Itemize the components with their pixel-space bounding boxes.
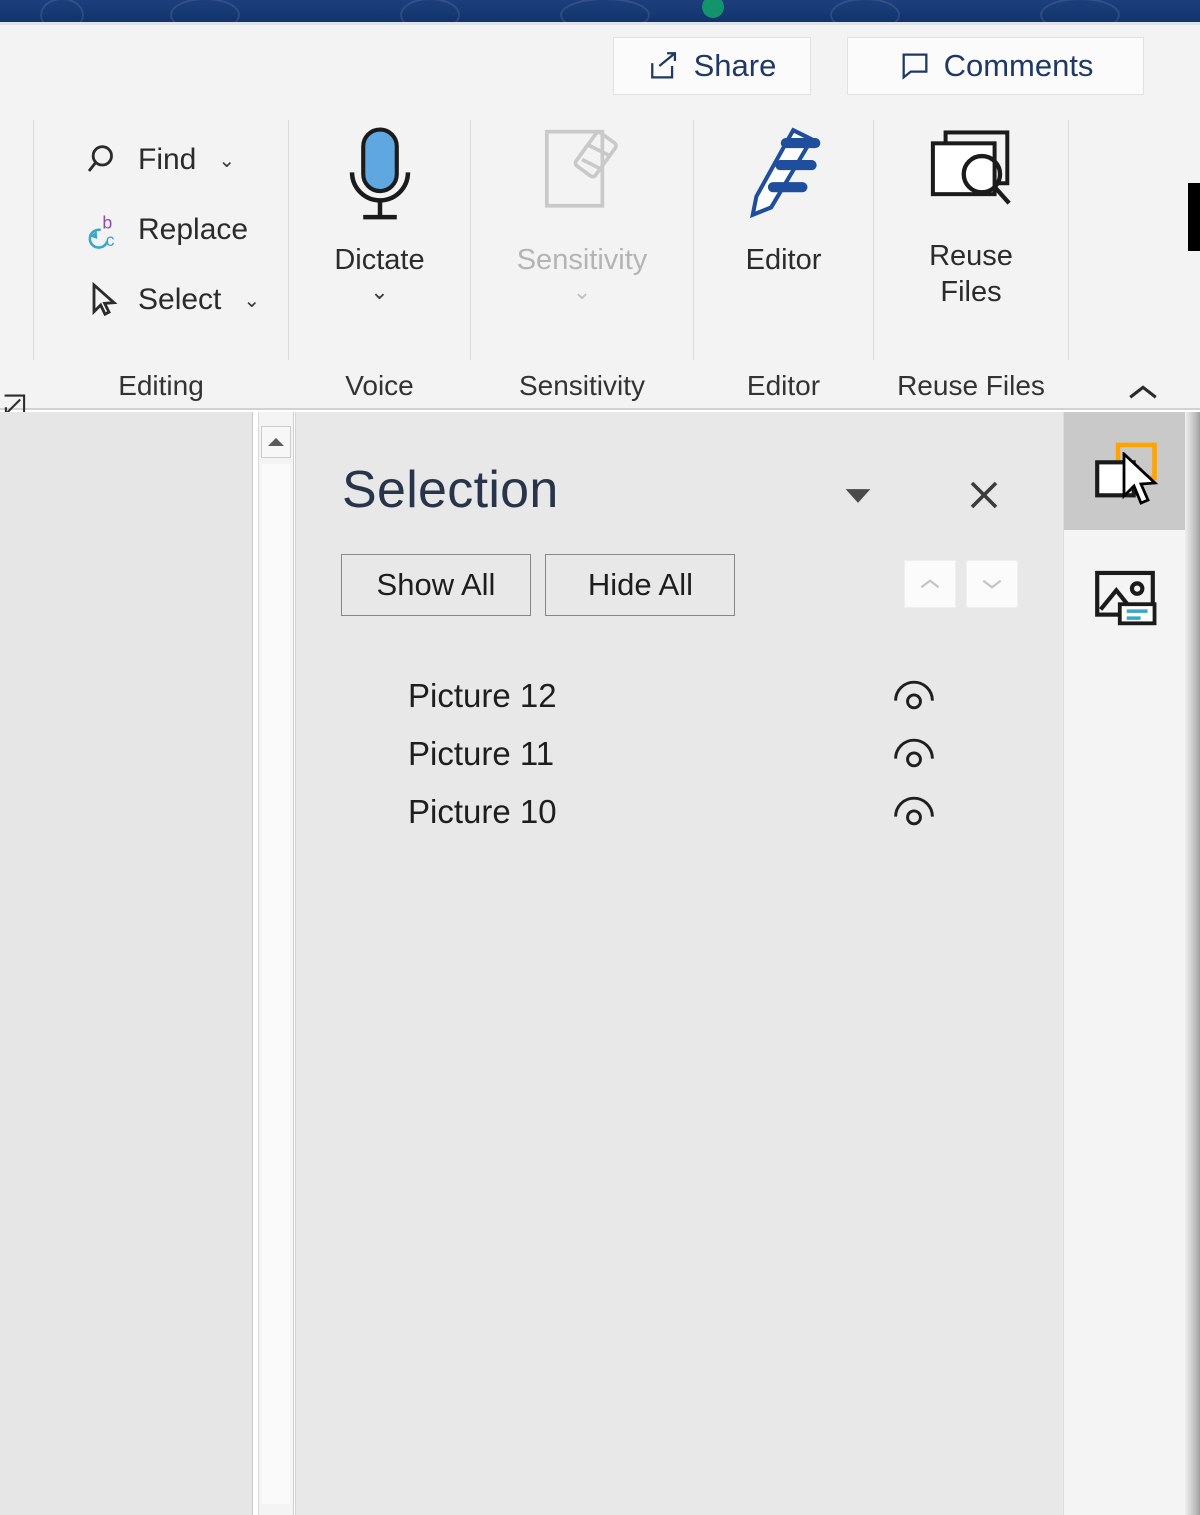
reorder-buttons: [904, 560, 1018, 608]
sensitivity-button[interactable]: Sensitivity ⌄: [471, 122, 693, 303]
find-button[interactable]: Find ⌄: [82, 136, 235, 184]
vertical-scrollbar[interactable]: [258, 412, 294, 1515]
share-icon: [648, 49, 682, 83]
chevron-down-icon[interactable]: ⌄: [573, 281, 591, 303]
list-item[interactable]: Picture 10: [296, 783, 1064, 841]
magnifier-icon: [82, 140, 126, 180]
move-down-button[interactable]: [966, 560, 1018, 608]
comment-bubble-icon: [898, 49, 932, 83]
comments-button[interactable]: Comments: [847, 37, 1144, 95]
sensitivity-label: Sensitivity: [516, 244, 648, 276]
chevron-down-icon[interactable]: ⌄: [370, 281, 388, 303]
replace-button[interactable]: b c Replace: [82, 206, 248, 254]
editor-label: Editor: [745, 244, 822, 276]
share-button[interactable]: Share: [613, 37, 811, 95]
replace-label: Replace: [138, 213, 249, 246]
ribbon-group-editor: Editor Editor: [694, 110, 873, 410]
reuse-files-icon: [922, 122, 1020, 235]
rail-button-selection-pane[interactable]: [1064, 412, 1186, 530]
microphone-icon: [339, 122, 421, 239]
window-right-edge: [1185, 412, 1200, 1515]
window-title-bar: [0, 0, 1200, 22]
object-name: Picture 12: [408, 677, 557, 714]
group-label-editing: Editing: [118, 370, 204, 401]
list-item[interactable]: Picture 12: [296, 667, 1064, 725]
reuse-files-label-line1: Reuse: [929, 240, 1013, 272]
list-item[interactable]: Picture 11: [296, 725, 1064, 783]
dictate-label: Dictate: [334, 244, 425, 276]
object-name: Picture 11: [408, 735, 555, 772]
eye-visible-icon[interactable]: [884, 674, 944, 718]
pane-close-button[interactable]: [956, 468, 1012, 522]
document-canvas: [0, 412, 253, 1515]
hide-all-button[interactable]: Hide All: [545, 554, 736, 616]
find-label: Find: [138, 143, 197, 176]
ribbon: Share Comments Find ⌄ b c Replace Select…: [0, 25, 1200, 417]
task-pane-rail: [1063, 412, 1186, 1515]
ribbon-groups: Find ⌄ b c Replace Select ⌄ Editing Dict…: [0, 110, 1200, 410]
ribbon-group-editing: Find ⌄ b c Replace Select ⌄ Editing: [34, 110, 288, 410]
group-label-editor: Editor: [746, 370, 821, 401]
presence-dot: [702, 0, 724, 18]
group-label-voice: Voice: [345, 370, 414, 401]
group-label-reuse-files: Reuse Files: [897, 370, 1045, 401]
ribbon-group-reuse-files: Reuse Files Reuse Files: [874, 110, 1068, 410]
pointer-arrow-icon: [82, 280, 126, 320]
comments-label: Comments: [943, 48, 1094, 83]
scrollbar-thumb[interactable]: [262, 464, 290, 1504]
editor-pen-icon: [738, 122, 830, 239]
scroll-up-button[interactable]: [261, 426, 291, 458]
dictate-button[interactable]: Dictate ⌄: [289, 122, 470, 303]
move-up-button[interactable]: [904, 560, 956, 608]
share-label: Share: [693, 48, 777, 83]
editor-button[interactable]: Editor: [694, 122, 873, 275]
eye-visible-icon[interactable]: [884, 790, 944, 834]
collapse-ribbon-button[interactable]: [1126, 380, 1160, 410]
window-edge-artifact: [1188, 183, 1200, 251]
ribbon-top-bar: Share Comments: [0, 25, 1200, 110]
sensitivity-label-icon: [532, 122, 632, 239]
rail-button-alt-text[interactable]: [1064, 540, 1186, 658]
chevron-down-icon[interactable]: ⌄: [218, 148, 235, 173]
pane-action-buttons: Show All Hide All: [341, 554, 745, 616]
svg-text:c: c: [106, 230, 115, 250]
replace-bc-icon: b c: [82, 210, 126, 250]
pane-menu-button[interactable]: [832, 472, 884, 520]
ribbon-group-sensitivity: Sensitivity ⌄ Sensitivity: [471, 110, 693, 410]
group-label-sensitivity: Sensitivity: [518, 370, 646, 401]
word-window: Share Comments Find ⌄ b c Replace Select…: [0, 0, 1200, 1515]
ribbon-group-voice: Dictate ⌄ Voice: [289, 110, 470, 410]
object-list: Picture 12 Picture 11 Picture 10: [296, 667, 1064, 841]
select-label: Select: [138, 283, 222, 316]
eye-visible-icon[interactable]: [884, 732, 944, 776]
pane-title: Selection: [342, 461, 559, 519]
reuse-files-button[interactable]: Reuse Files: [874, 122, 1068, 308]
select-button[interactable]: Select ⌄: [82, 276, 260, 324]
show-all-button[interactable]: Show All: [341, 554, 531, 616]
reuse-files-label-line2: Files: [940, 276, 1002, 309]
object-name: Picture 10: [408, 793, 557, 830]
chevron-down-icon[interactable]: ⌄: [243, 288, 260, 313]
selection-pane: Selection Show All Hide All Picture 12 P…: [295, 412, 1063, 1515]
